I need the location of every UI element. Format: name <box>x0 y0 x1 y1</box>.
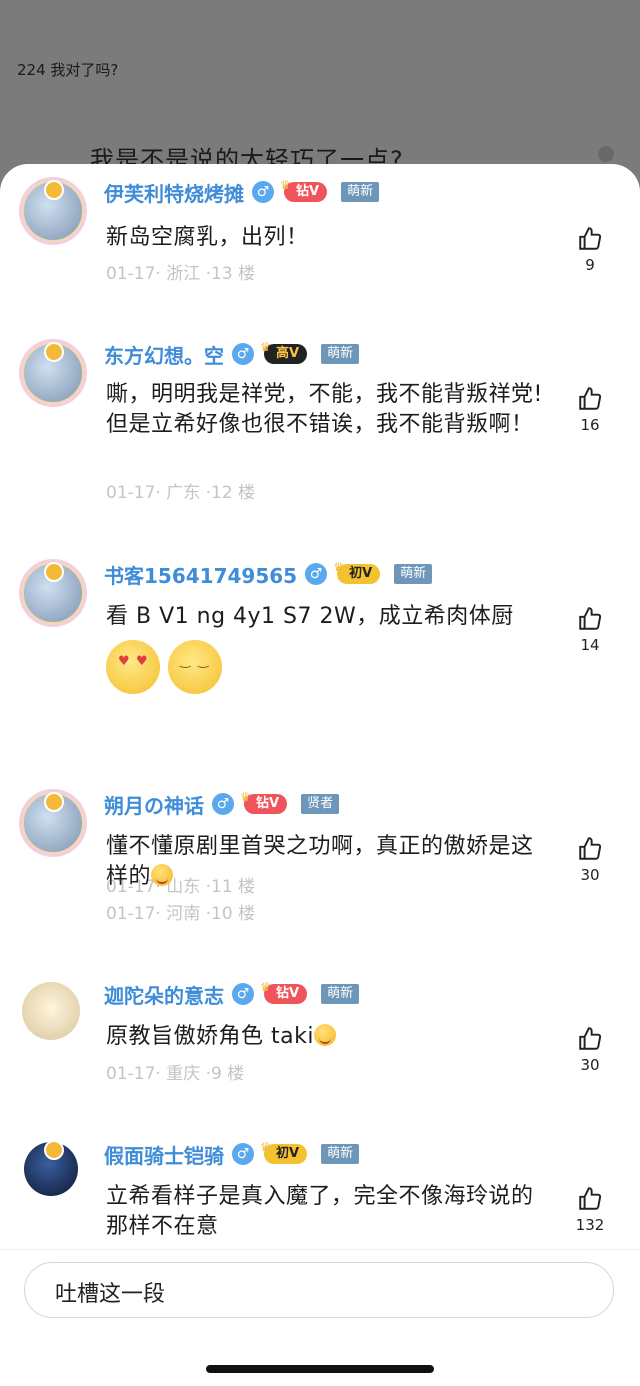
user-tag: 萌新 <box>341 182 380 202</box>
like-button[interactable]: 9 <box>570 226 610 274</box>
username[interactable]: 朔月の神话 <box>104 790 204 819</box>
comment-header: 伊芙利特烧烤摊 ♂ ♛ 钻V 萌新 <box>104 178 380 207</box>
male-icon: ♂ <box>232 983 254 1005</box>
thumbs-up-icon <box>579 1187 602 1210</box>
like-button[interactable]: 30 <box>570 836 610 884</box>
username[interactable]: 书客15641749565 <box>104 560 297 589</box>
vip-badge-icon <box>44 180 64 200</box>
like-button[interactable]: 132 <box>570 1186 610 1234</box>
comment-input-bar: 吐槽这一段 <box>0 1249 640 1386</box>
user-tag: 萌新 <box>321 984 360 1004</box>
comment-sheet: 伊芙利特烧烤摊 ♂ ♛ 钻V 萌新 新岛空腐乳，出列！ 01-17· 浙江 ·13… <box>0 164 640 1385</box>
like-count: 132 <box>575 1216 605 1234</box>
comment-input-placeholder: 吐槽这一段 <box>55 1282 166 1307</box>
username[interactable]: 假面骑士铠骑 <box>104 1140 224 1169</box>
crown-icon: ♛ <box>240 790 251 804</box>
background-chapter-header: 224 我对了吗? <box>17 61 119 79</box>
like-count: 9 <box>585 256 595 274</box>
vip-level-badge: ♛ 钻V <box>280 178 328 202</box>
crown-icon: ♛ <box>260 980 271 994</box>
male-icon: ♂ <box>252 181 274 203</box>
username[interactable]: 伊芙利特烧烤摊 <box>104 178 244 207</box>
comment-meta: 01-17· 浙江 ·13 楼 <box>106 264 256 284</box>
like-count: 30 <box>580 866 600 884</box>
vip-level-badge: ♛ 钻V <box>260 980 308 1004</box>
male-icon: ♂ <box>212 793 234 815</box>
comment-text: 懂不懂原剧里首哭之功啊，真正的傲娇是这样的 <box>106 834 534 889</box>
avatar[interactable] <box>22 342 84 404</box>
comment-header: 朔月の神话 ♂ ♛ 钻V 贤者 <box>104 790 340 819</box>
avatar[interactable] <box>22 180 84 242</box>
like-count: 30 <box>580 1056 600 1074</box>
comment-header: 东方幻想。空 ♂ ♛ 高V 萌新 <box>104 340 360 369</box>
crown-icon: ♛ <box>280 178 291 192</box>
comment-header: 迦陀朵的意志 ♂ ♛ 钻V 萌新 <box>104 980 360 1009</box>
crown-icon: ♛ <box>260 1140 271 1154</box>
vip-level-badge: ♛ 高V <box>260 340 308 364</box>
vip-badge-icon <box>44 562 64 582</box>
comment-text: 立希看样子是真入魔了，完全不像海玲说的那样不在意 <box>106 1184 534 1239</box>
comment-input[interactable]: 吐槽这一段 <box>24 1262 614 1318</box>
username[interactable]: 东方幻想。空 <box>104 340 224 369</box>
avatar[interactable] <box>22 982 80 1040</box>
comment-text: 看 B V1 ng 4y1 S7 2W，成立希肉体厨 <box>106 604 514 629</box>
thumbs-up-icon <box>579 387 602 410</box>
username[interactable]: 迦陀朵的意志 <box>104 980 224 1009</box>
crown-icon: ♛ <box>260 340 271 354</box>
avatar[interactable] <box>24 1140 78 1196</box>
like-button[interactable]: 14 <box>570 606 610 654</box>
thumbs-up-icon <box>579 1027 602 1050</box>
like-button[interactable]: 16 <box>570 386 610 434</box>
vip-level-badge: ♛ 钻V <box>240 790 288 814</box>
user-tag: 萌新 <box>321 344 360 364</box>
user-tag: 贤者 <box>301 794 340 814</box>
vip-level-badge: ♛ 初V <box>333 560 381 584</box>
comment-text: 原教旨傲娇角色 taki <box>106 1022 546 1052</box>
background-indicator-dot <box>598 146 614 162</box>
comment-meta: 01-17· 重庆 ·9 楼 <box>106 1064 245 1084</box>
smirk-sticker-icon: ‿ ‿ <box>168 640 222 694</box>
thumbs-up-icon <box>579 837 602 860</box>
comment-meta: 01-17· 广东 ·12 楼 <box>106 483 256 503</box>
yum-emoji-icon <box>313 1024 336 1046</box>
user-tag: 萌新 <box>321 1144 360 1164</box>
like-count: 14 <box>580 636 600 654</box>
user-tag: 萌新 <box>394 564 433 584</box>
crown-icon: ♛ <box>333 560 344 574</box>
male-icon: ♂ <box>232 343 254 365</box>
sticker-row: ♥ ♥ ‿ ‿ <box>106 640 222 694</box>
avatar[interactable] <box>22 792 84 854</box>
avatar[interactable] <box>22 562 84 624</box>
thumbs-up-icon <box>579 607 602 630</box>
like-button[interactable]: 30 <box>570 1026 610 1074</box>
male-icon: ♂ <box>305 563 328 585</box>
heart-eyes-sticker-icon: ♥ ♥ <box>106 640 160 694</box>
vip-badge-icon <box>44 1140 64 1160</box>
comment-header: 假面骑士铠骑 ♂ ♛ 初V 萌新 <box>104 1140 360 1169</box>
comment-text: 新岛空腐乳，出列！ <box>106 225 309 250</box>
thumbs-up-icon <box>579 227 602 250</box>
home-indicator[interactable] <box>206 1365 434 1373</box>
comment-header: 书客15641749565 ♂ ♛ 初V 萌新 <box>104 560 433 589</box>
comment-meta: 01-17· 河南 ·10 楼 <box>106 904 256 924</box>
yum-emoji-icon <box>151 864 174 886</box>
male-icon: ♂ <box>232 1143 254 1165</box>
comment-text: 嘶，明明我是祥党，不能，我不能背叛祥党!但是立希好像也很不错诶，我不能背叛啊！ <box>106 382 543 437</box>
like-count: 16 <box>580 416 600 434</box>
vip-level-badge: ♛ 初V <box>260 1140 308 1164</box>
vip-badge-icon <box>44 342 64 362</box>
vip-badge-icon <box>44 792 64 812</box>
